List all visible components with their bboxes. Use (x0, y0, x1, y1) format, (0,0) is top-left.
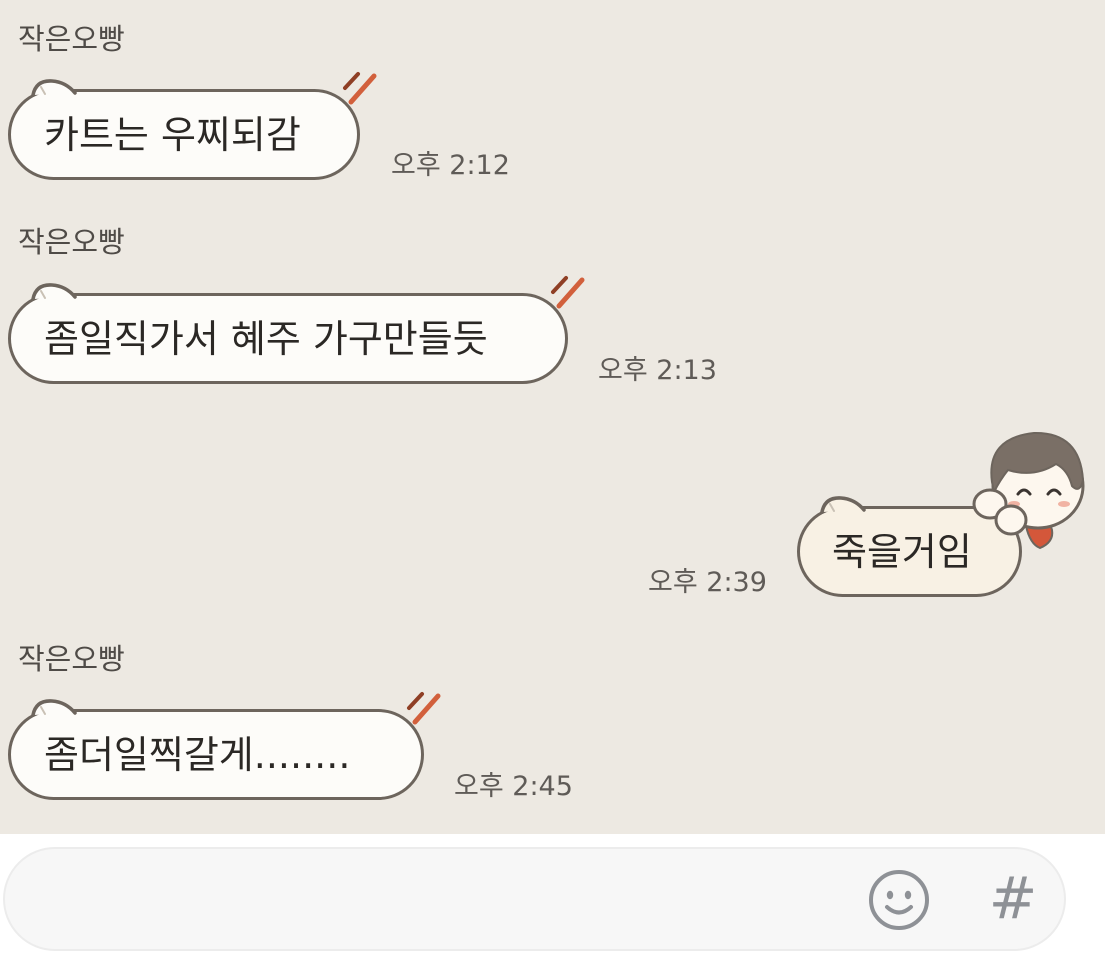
steam-marks-icon (407, 692, 441, 725)
chat-message-area[interactable]: 작은오빵 카트는 우찌되감 오후 2:12 작은오빵 좀일직가서 혜주 가구만들… (0, 0, 1105, 834)
message-bubble[interactable]: 좀일직가서 혜주 가구만들듯 (8, 276, 585, 384)
message-input-field[interactable]: # (3, 847, 1066, 951)
hash-icon[interactable]: # (988, 867, 1038, 929)
sender-name: 작은오빵 (18, 225, 125, 259)
message-bubble[interactable]: 카트는 우찌되감 (8, 72, 377, 180)
message-timestamp: 오후 2:12 (391, 150, 510, 181)
bubble-ear-decoration (31, 283, 77, 301)
peeking-boy-character-icon (972, 431, 1085, 550)
message-bubble[interactable]: 좀더일찍갈게........ (8, 692, 441, 800)
message-text: 카트는 우찌되감 (44, 112, 301, 157)
bubble-ear-decoration (820, 496, 866, 514)
message-text: 좀더일찍갈게........ (44, 732, 351, 777)
message-timestamp: 오후 2:45 (454, 771, 573, 802)
message-timestamp: 오후 2:39 (648, 567, 767, 598)
message-timestamp: 오후 2:13 (598, 355, 717, 386)
bubble-ear-decoration (31, 699, 77, 717)
message-text: 죽을거임 (832, 529, 972, 574)
steam-marks-icon (343, 72, 377, 105)
bubble-ear-decoration (31, 79, 77, 97)
sender-name: 작은오빵 (18, 22, 125, 56)
sender-name: 작은오빵 (18, 642, 125, 676)
steam-marks-icon (551, 276, 585, 309)
message-text: 좀일직가서 혜주 가구만들듯 (44, 316, 488, 361)
smiley-face-icon[interactable] (867, 868, 931, 932)
